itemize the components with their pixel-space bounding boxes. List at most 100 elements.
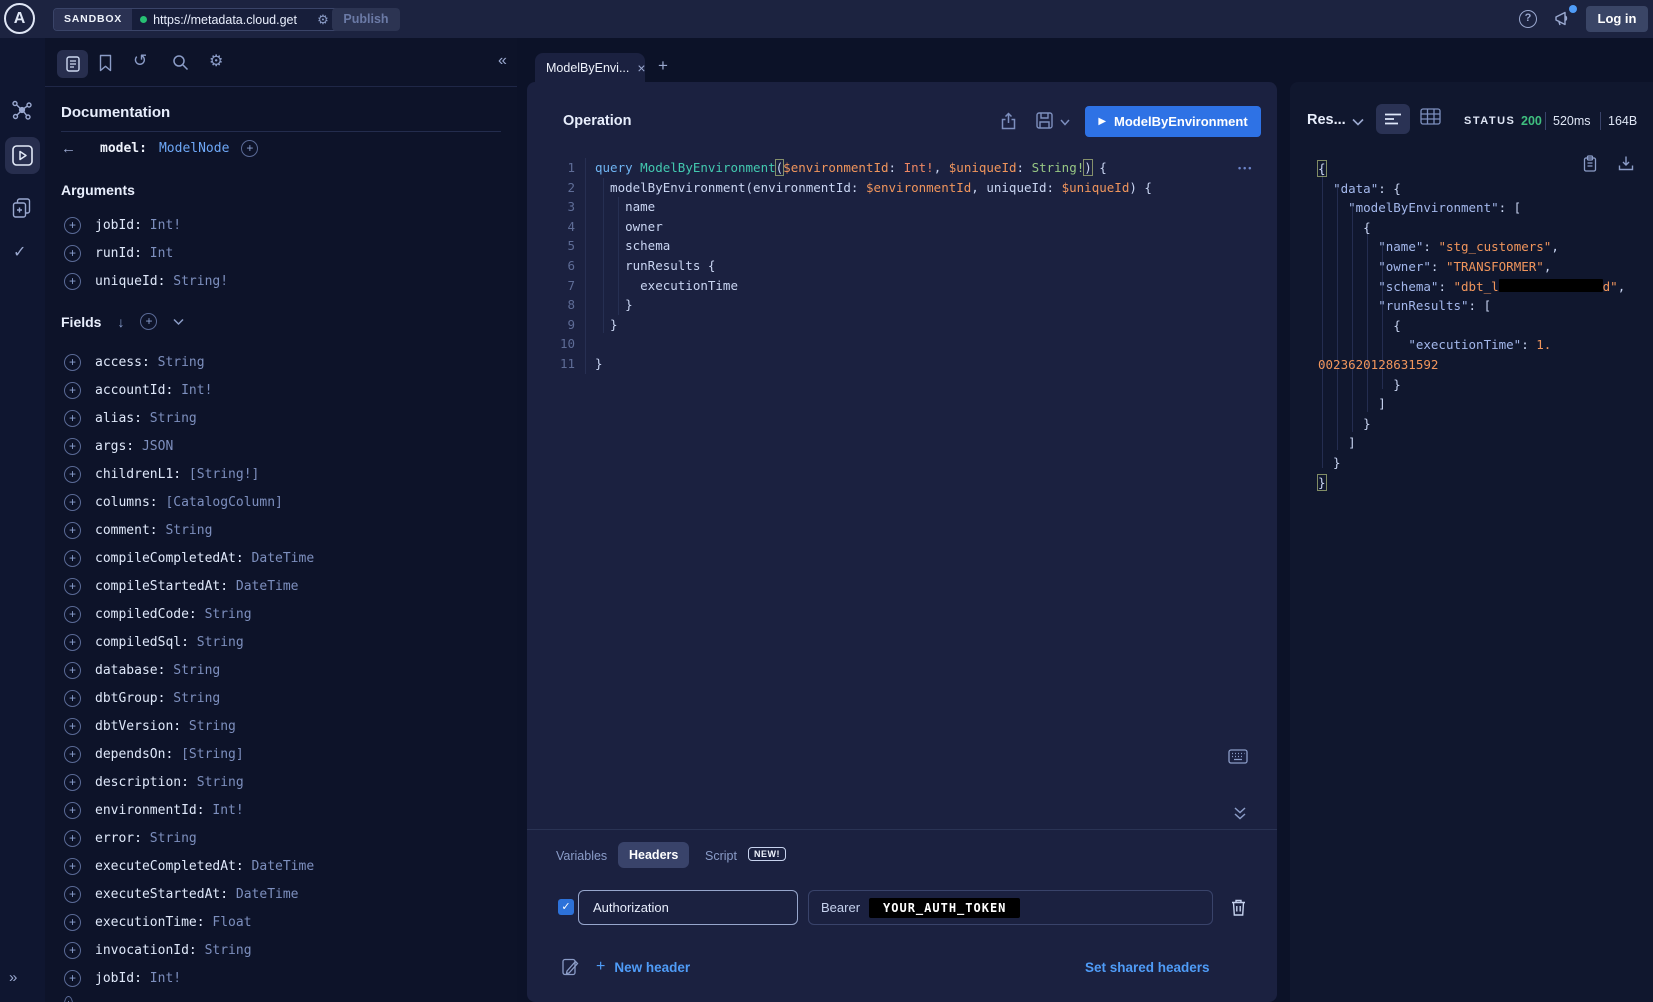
breadcrumb-type-link[interactable]: ModelNode [159,141,229,156]
add-field-to-query-button[interactable]: + [64,690,81,707]
add-all-fields-button[interactable]: + [241,140,258,157]
apollo-logo[interactable]: A [4,3,35,34]
environment-variables-icon[interactable] [562,958,579,977]
bookmarks-icon[interactable] [98,54,113,73]
query-editor[interactable]: query ModelByEnvironment($environmentId:… [595,158,1152,374]
save-options-chevron-icon[interactable] [1060,119,1070,126]
field-signature[interactable]: executeStartedAt: DateTime [95,887,299,902]
new-tab-button[interactable]: + [658,56,668,76]
field-signature[interactable]: dbtVersion: String [95,719,236,734]
publish-button[interactable]: Publish [332,8,400,31]
field-signature[interactable]: args: JSON [95,439,173,454]
tab-headers[interactable]: Headers [618,842,689,868]
collapse-panel-icon[interactable]: « [498,52,507,70]
add-field-to-query-button[interactable]: + [64,494,81,511]
sort-fields-icon[interactable]: ↓ [117,314,124,330]
new-header-button[interactable]: + New header [596,958,690,976]
save-operation-icon[interactable] [1036,112,1053,129]
explorer-play-icon[interactable] [12,145,33,166]
settings-gear-icon[interactable]: ⚙ [209,51,223,71]
back-arrow-icon[interactable]: ← [61,140,76,157]
keyboard-shortcuts-icon[interactable] [1228,749,1248,764]
operation-tab[interactable]: ModelByEnvi... × [535,53,645,82]
add-field-to-query-button[interactable]: + [64,466,81,483]
field-signature[interactable]: dependsOn: [String] [95,747,244,762]
field-signature[interactable]: accountId: Int! [95,383,212,398]
run-operation-button[interactable]: ▶ ModelByEnvironment [1085,106,1261,137]
add-field-to-query-button[interactable]: + [64,802,81,819]
add-field-to-query-button[interactable]: + [64,718,81,735]
field-signature[interactable]: jobId: Int! [95,218,181,233]
field-signature[interactable]: runId: Int [95,246,173,261]
field-signature[interactable]: compiledCode: String [95,607,252,622]
expand-rail-icon[interactable]: » [9,969,17,986]
add-field-to-query-button[interactable]: + [64,942,81,959]
collapse-bottom-panel-icon[interactable] [1233,806,1247,821]
editor-overflow-menu-icon[interactable]: ••• [1238,163,1253,173]
response-json-viewer[interactable]: { "data": { "modelByEnvironment": [ { "n… [1318,159,1625,492]
field-signature[interactable]: jobId: Int! [95,971,181,986]
share-operation-icon[interactable] [1000,112,1017,130]
add-field-to-query-button[interactable]: + [64,830,81,847]
add-field-to-query-button[interactable]: + [64,858,81,875]
add-field-to-query-button[interactable]: + [64,662,81,679]
field-signature[interactable]: uniqueId: String! [95,274,228,289]
field-signature[interactable]: dbtGroup: String [95,691,220,706]
table-view-toggle-icon[interactable] [1420,108,1441,125]
documentation-tab-active[interactable] [57,50,88,78]
field-signature[interactable]: comment: String [95,523,212,538]
field-signature[interactable]: executionTime: Float [95,915,252,930]
response-dropdown-chevron-icon[interactable] [1352,118,1364,126]
add-field-to-query-button[interactable]: + [64,522,81,539]
add-field-to-query-button[interactable]: + [64,410,81,427]
login-button[interactable]: Log in [1586,6,1648,32]
header-key-input[interactable]: Authorization [578,890,798,925]
add-field-to-query-button[interactable]: + [64,996,73,1002]
set-shared-headers-link[interactable]: Set shared headers [1085,960,1210,975]
history-icon[interactable]: ↺ [133,51,147,71]
close-tab-icon[interactable]: × [637,60,645,76]
header-enabled-checkbox[interactable]: ✓ [558,899,574,915]
field-signature[interactable]: database: String [95,663,220,678]
add-field-to-query-button[interactable]: + [64,606,81,623]
raw-view-toggle-active[interactable] [1376,104,1410,134]
field-signature[interactable]: compiledSql: String [95,635,244,650]
endpoint-url-input[interactable]: https://metadata.cloud.get ⚙ [132,9,340,30]
field-signature[interactable]: compileStartedAt: DateTime [95,579,299,594]
schema-graph-icon[interactable] [11,99,33,121]
field-signature[interactable]: columns: [CatalogColumn] [95,495,283,510]
add-field-to-query-button[interactable]: + [64,273,81,290]
add-field-to-query-button[interactable]: + [64,578,81,595]
add-field-to-query-button[interactable]: + [64,550,81,567]
field-signature[interactable]: executeCompletedAt: DateTime [95,859,314,874]
collections-pages-icon[interactable] [11,197,33,219]
add-field-to-query-button[interactable]: + [64,382,81,399]
field-signature[interactable]: alias: String [95,411,197,426]
endpoint-url-text[interactable]: https://metadata.cloud.get [153,13,311,27]
delete-header-icon[interactable] [1230,898,1247,917]
field-signature[interactable]: access: String [95,355,205,370]
fields-options-chevron-icon[interactable] [173,318,184,326]
add-field-to-query-button[interactable]: + [64,245,81,262]
add-field-to-query-button[interactable]: + [64,634,81,651]
add-field-to-query-button[interactable]: + [64,217,81,234]
help-icon[interactable]: ? [1519,10,1537,28]
header-value-input[interactable]: Bearer YOUR_AUTH_TOKEN [808,890,1213,925]
auth-token-value[interactable]: YOUR_AUTH_TOKEN [869,898,1020,918]
add-field-to-query-button[interactable]: + [64,886,81,903]
add-field-to-query-button[interactable]: + [64,746,81,763]
field-signature[interactable]: description: String [95,775,244,790]
search-icon[interactable] [172,54,189,71]
add-field-to-query-button[interactable]: + [64,438,81,455]
add-field-to-query-button[interactable]: + [64,914,81,931]
tab-script[interactable]: Script [705,849,737,863]
field-signature[interactable]: error: String [95,831,197,846]
field-signature[interactable]: compileCompletedAt: DateTime [95,551,314,566]
connection-settings-gear-icon[interactable]: ⚙ [317,12,329,28]
field-signature[interactable]: invocationId: String [95,943,252,958]
add-field-to-query-button[interactable]: + [64,970,81,987]
field-signature[interactable]: childrenL1: [String!] [95,467,259,482]
tab-variables[interactable]: Variables [556,849,607,863]
add-field-to-query-button[interactable]: + [64,354,81,371]
checks-icon[interactable]: ✓ [13,242,26,262]
